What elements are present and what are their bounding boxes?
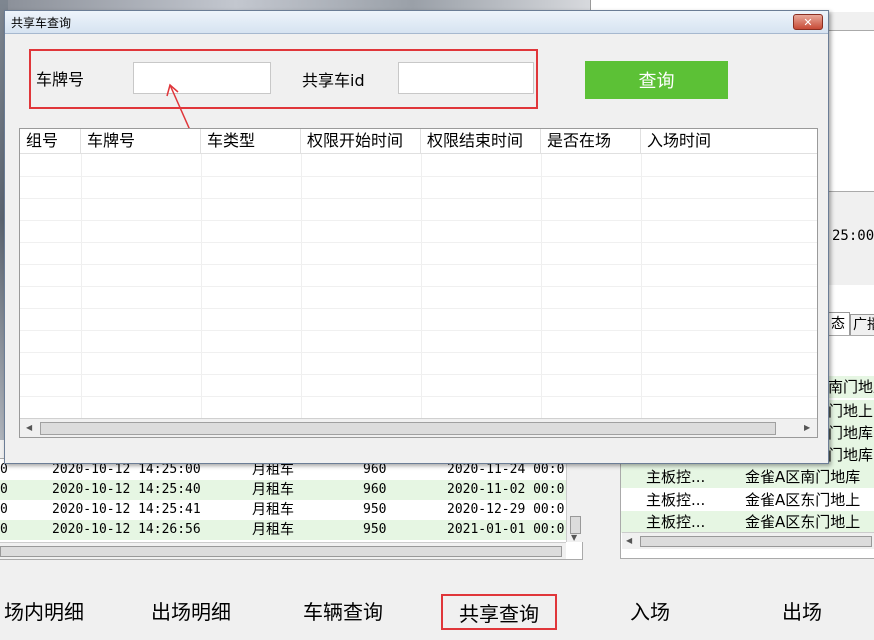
column-header[interactable]: 车牌号 (81, 129, 201, 153)
results-table: 组号 车牌号 车类型 权限开始时间 权限结束时间 是否在场 入场时间 ◀ ▶ (19, 128, 818, 438)
scroll-right-icon[interactable]: ▶ (804, 423, 810, 432)
camera-preview (0, 0, 590, 10)
scroll-thumb[interactable] (640, 536, 872, 547)
nav-entry[interactable]: 入场 (610, 593, 690, 631)
table-cell: 2020-10-12 14:26:56 (52, 522, 201, 537)
column-header[interactable]: 是否在场 (541, 129, 641, 153)
list-item[interactable]: 主板控... 金雀A区南门地库 (621, 466, 874, 488)
table-cell: 月租车 (252, 502, 294, 518)
table-cell: 2020-10-12 14:25:40 (52, 482, 201, 497)
dialog-title: 共享车查询 (11, 16, 72, 30)
list-item-device: 主板控... (646, 468, 706, 486)
table-cell: 950 (363, 502, 387, 517)
table-cell: 2020-12-29 00:0 (447, 502, 565, 517)
plate-label: 车牌号 (36, 70, 85, 89)
share-car-query-dialog: 共享车查询 ✕ 车牌号 共享车id 查询 组号 车牌号 车类型 权限开始时间 权… (4, 10, 829, 464)
nav-vehicle-query[interactable]: 车辆查询 (290, 593, 396, 631)
list-item-location: 门地库 (828, 424, 874, 442)
table-cell: 2021-01-01 00:0 (447, 522, 565, 537)
right-info-panel (828, 30, 874, 192)
list-item-location: 南门地上 (828, 378, 874, 396)
scroll-thumb[interactable] (570, 516, 581, 534)
table-cell: 月租车 (252, 522, 294, 538)
table-cell: 0 (0, 522, 8, 537)
tab-status[interactable]: 态 (826, 312, 850, 335)
close-icon[interactable]: ✕ (793, 14, 823, 30)
nav-exit-detail[interactable]: 出场明细 (138, 593, 244, 631)
nav-exit[interactable]: 出场 (762, 593, 842, 631)
time-readout: 25:00 (832, 228, 874, 244)
list-item-location: 门地库 (828, 446, 874, 464)
list-item[interactable]: 主板控... 金雀A区东门地上 (621, 511, 874, 533)
table-row[interactable]: 0 2020-10-12 14:25:40 月租车 960 2020-11-02… (0, 480, 566, 500)
table-cell: 0 (0, 482, 8, 497)
table-cell: 月租车 (252, 482, 294, 498)
table-row[interactable]: 0 2020-10-12 14:25:41 月租车 950 2020-12-29… (0, 500, 566, 520)
scroll-left-icon[interactable]: ◀ (26, 423, 32, 432)
column-header[interactable]: 车类型 (201, 129, 301, 153)
scroll-thumb[interactable] (0, 546, 562, 557)
column-header[interactable]: 入场时间 (641, 129, 817, 153)
right-list-scrollbar[interactable]: ◀ (622, 532, 874, 549)
query-button[interactable]: 查询 (585, 61, 728, 99)
table-cell: 960 (363, 482, 387, 497)
list-item-location: 金雀A区东门地上 (745, 491, 861, 509)
bottom-nav: 场内明细 出场明细 车辆查询 共享查询 入场 出场 (0, 585, 874, 640)
nav-in-lot-detail[interactable]: 场内明细 (0, 593, 84, 631)
share-id-input[interactable] (398, 62, 534, 94)
share-id-label: 共享车id (302, 71, 365, 90)
list-item-location: 金雀A区东门地上 (745, 513, 861, 531)
scroll-thumb[interactable] (40, 422, 776, 435)
list-item-location: 门地上 (828, 402, 874, 420)
record-list-vscrollbar[interactable]: ▼ (566, 458, 583, 542)
scroll-left-icon[interactable]: ◀ (626, 536, 632, 545)
table-cell: 2020-11-02 00:0 (447, 482, 565, 497)
table-body (20, 154, 817, 418)
table-cell: 2020-10-12 14:25:41 (52, 502, 201, 517)
list-item-device: 主板控... (646, 513, 706, 531)
scroll-down-icon[interactable]: ▼ (571, 533, 577, 542)
table-cell: 0 (0, 502, 8, 517)
table-header: 组号 车牌号 车类型 权限开始时间 权限结束时间 是否在场 入场时间 (20, 129, 817, 154)
tab-broadcast[interactable]: 广播 (850, 314, 874, 336)
column-header[interactable]: 权限结束时间 (421, 129, 541, 153)
list-item[interactable]: 主板控... 金雀A区东门地上 (621, 489, 874, 511)
column-header[interactable]: 组号 (20, 129, 81, 153)
dialog-titlebar[interactable]: 共享车查询 ✕ (5, 11, 828, 34)
column-header[interactable]: 权限开始时间 (301, 129, 421, 153)
list-item-location: 金雀A区南门地库 (745, 468, 861, 486)
nav-share-query[interactable]: 共享查询 (441, 594, 557, 630)
list-item-device: 主板控... (646, 491, 706, 509)
record-list-hscrollbar[interactable] (0, 542, 566, 559)
table-row[interactable]: 0 2020-10-12 14:26:56 月租车 950 2021-01-01… (0, 520, 566, 540)
table-cell: 950 (363, 522, 387, 537)
table-hscrollbar[interactable]: ◀ ▶ (20, 418, 817, 437)
